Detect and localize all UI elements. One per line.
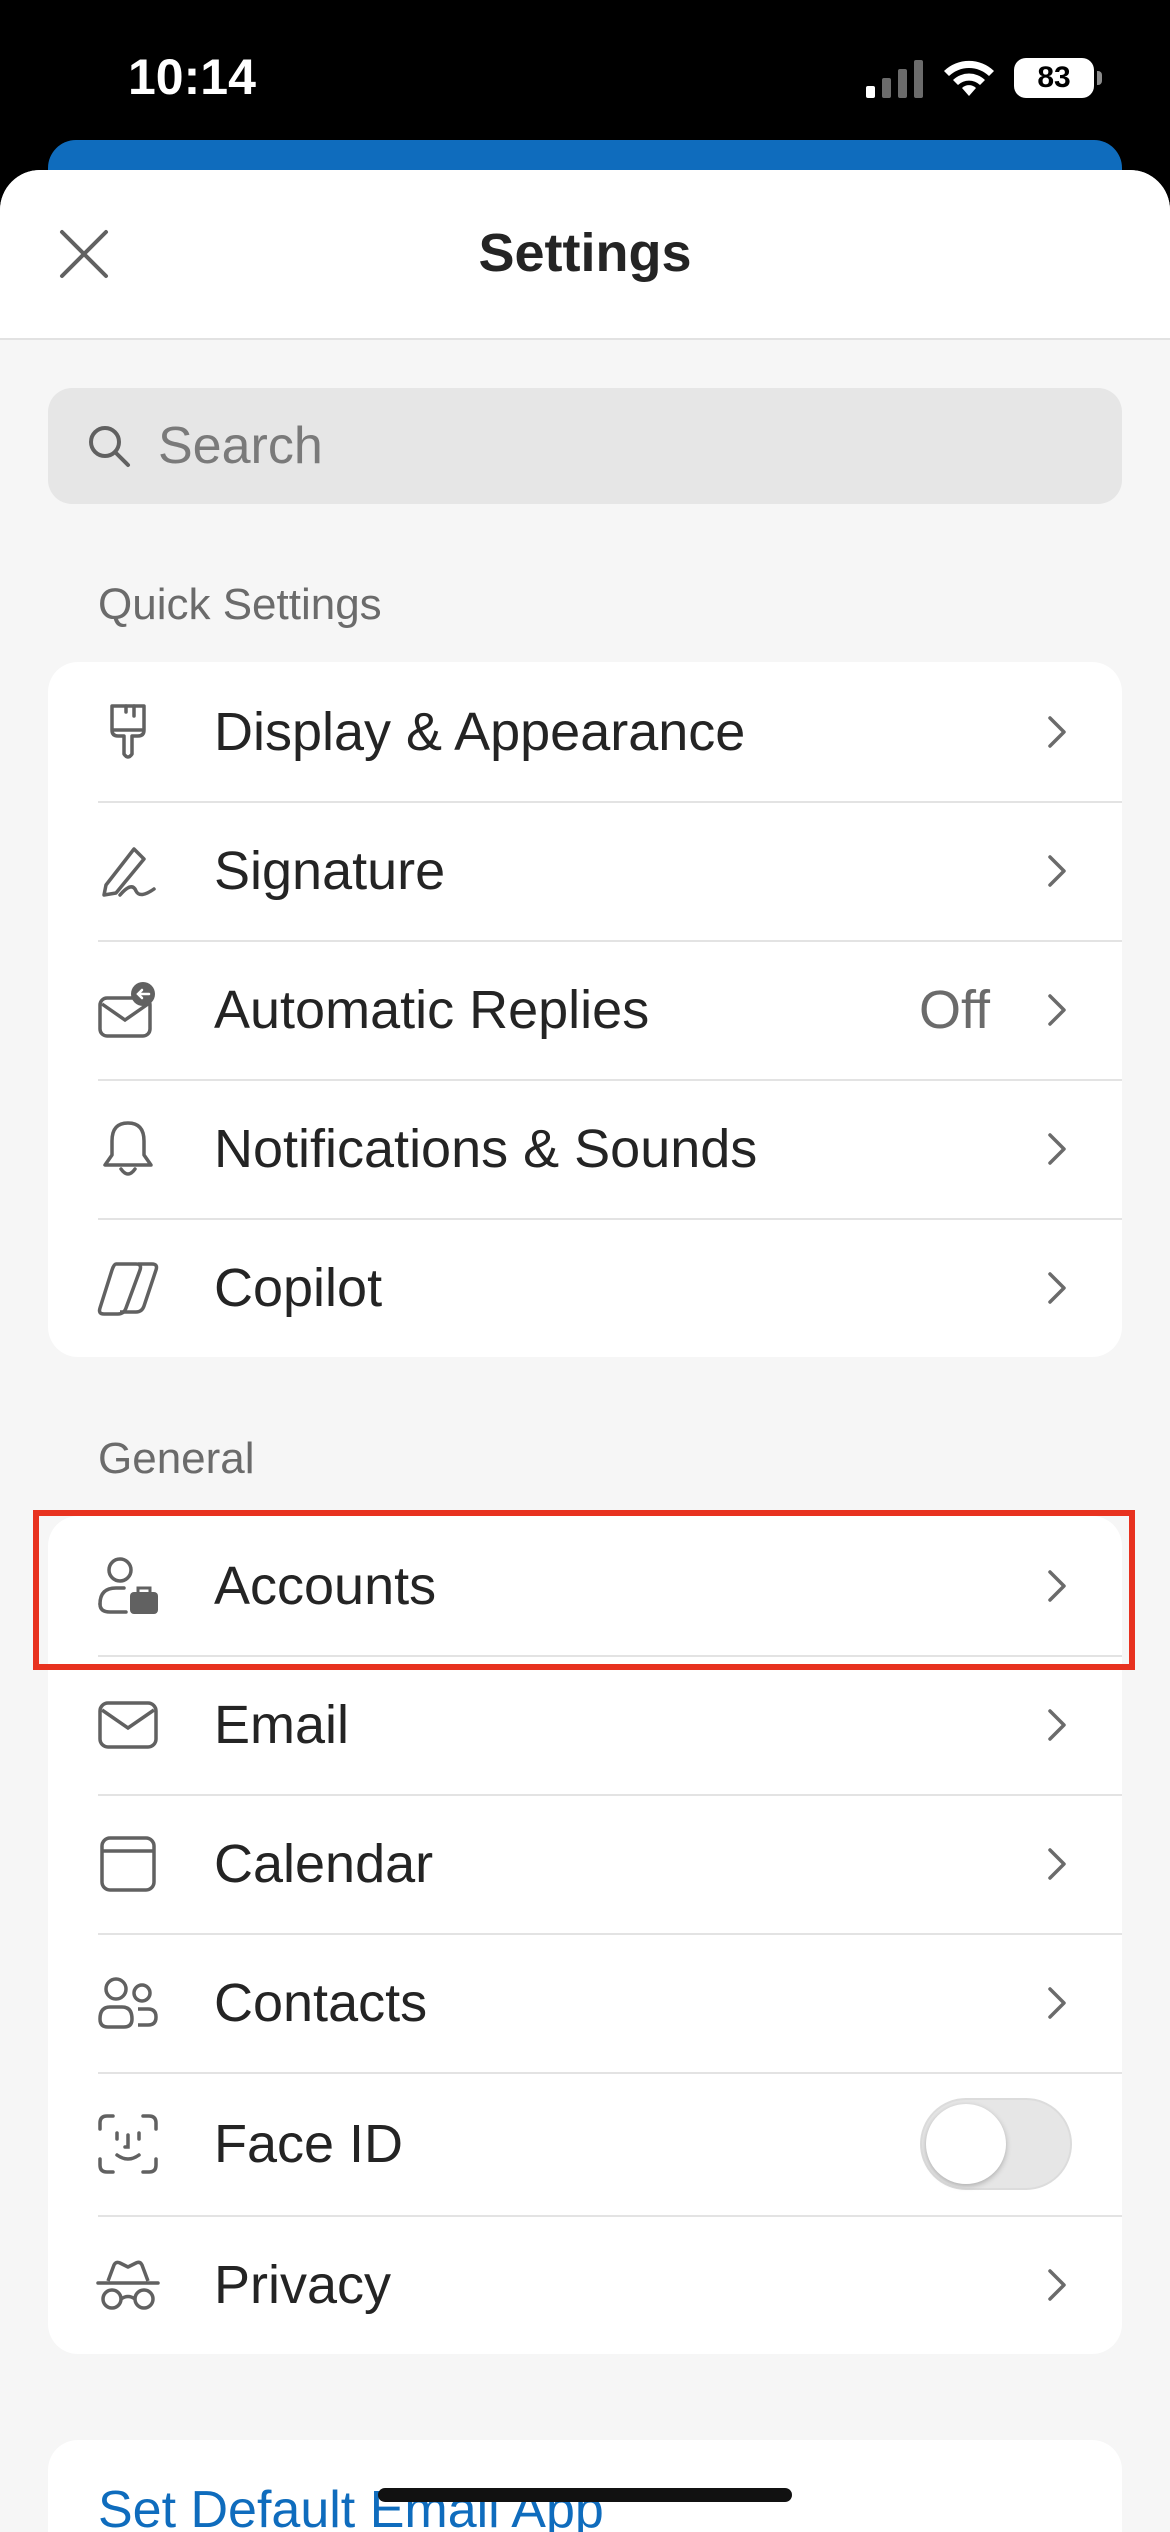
row-label: Face ID [214,2113,404,2174]
status-icons: 83 [866,54,1102,102]
chevron-right-icon [1042,1705,1072,1745]
chevron-right-icon [1042,1566,1072,1606]
sheet-header: Settings [0,170,1170,340]
row-label: Accounts [214,1555,437,1616]
settings-row-notifications-sounds[interactable]: Notifications & Sounds [48,1079,1122,1218]
face-id-toggle[interactable] [920,2097,1072,2190]
settings-row-email[interactable]: Email [48,1655,1122,1794]
row-label: Display & Appearance [214,701,746,762]
row-label: Copilot [214,1257,383,1318]
people-icon [96,1971,160,2035]
chevron-right-icon [1042,1844,1072,1884]
default-app-card: Set Default Email App [48,2440,1122,2532]
row-label: Email [214,1694,350,1755]
mail-reply-icon [96,978,160,1042]
row-label: Contacts [214,1972,428,2033]
settings-row-signature[interactable]: Signature [48,801,1122,940]
general-card: Accounts Email Calendar Contacts Face ID… [48,1516,1122,2354]
settings-row-display-appearance[interactable]: Display & Appearance [48,662,1122,801]
settings-row-face-id: Face ID [48,2072,1122,2215]
calendar-icon [96,1832,160,1896]
chevron-right-icon [1042,712,1072,752]
status-bar: 10:14 83 [0,0,1170,150]
chevron-right-icon [1042,1268,1072,1308]
status-time: 10:14 [128,49,256,105]
row-label: Signature [214,840,446,901]
person-briefcase-icon [96,1554,160,1618]
bell-icon [96,1117,160,1181]
cellular-signal-icon [866,60,923,98]
chevron-right-icon [1042,851,1072,891]
row-label: Calendar [214,1833,434,1894]
chevron-right-icon [1042,2265,1072,2305]
settings-row-contacts[interactable]: Contacts [48,1933,1122,2072]
row-value: Off [918,979,990,1040]
settings-row-calendar[interactable]: Calendar [48,1794,1122,1933]
settings-row-accounts[interactable]: Accounts [48,1516,1122,1655]
settings-row-copilot[interactable]: Copilot [48,1218,1122,1357]
chevron-right-icon [1042,990,1072,1030]
section-label-general: General [98,1434,255,1483]
envelope-icon [96,1693,160,1757]
section-label-quick-settings: Quick Settings [98,580,382,629]
row-label: Privacy [214,2254,392,2315]
face-id-icon [96,2112,160,2176]
row-label: Notifications & Sounds [214,1118,758,1179]
quick-settings-card: Display & Appearance Signature Automatic… [48,662,1122,1357]
paintbrush-icon [96,700,160,764]
battery-level: 83 [1037,61,1071,94]
row-label: Automatic Replies [214,979,650,1040]
settings-row-automatic-replies[interactable]: Automatic Replies Off [48,940,1122,1079]
battery-indicator: 83 [1014,58,1102,98]
toggle-knob [926,2103,1006,2184]
search-icon [84,421,134,471]
search-input[interactable] [158,416,1058,476]
settings-row-privacy[interactable]: Privacy [48,2215,1122,2354]
chevron-right-icon [1042,1129,1072,1169]
incognito-icon [96,2253,160,2317]
home-indicator [378,2488,792,2502]
copilot-icon [96,1256,160,1320]
wifi-icon [944,60,994,96]
pen-signature-icon [96,839,160,903]
settings-sheet: Settings Quick Settings Display & Appear… [0,170,1170,2532]
search-bar[interactable] [48,388,1122,504]
chevron-right-icon [1042,1983,1072,2023]
page-title: Settings [478,223,692,283]
